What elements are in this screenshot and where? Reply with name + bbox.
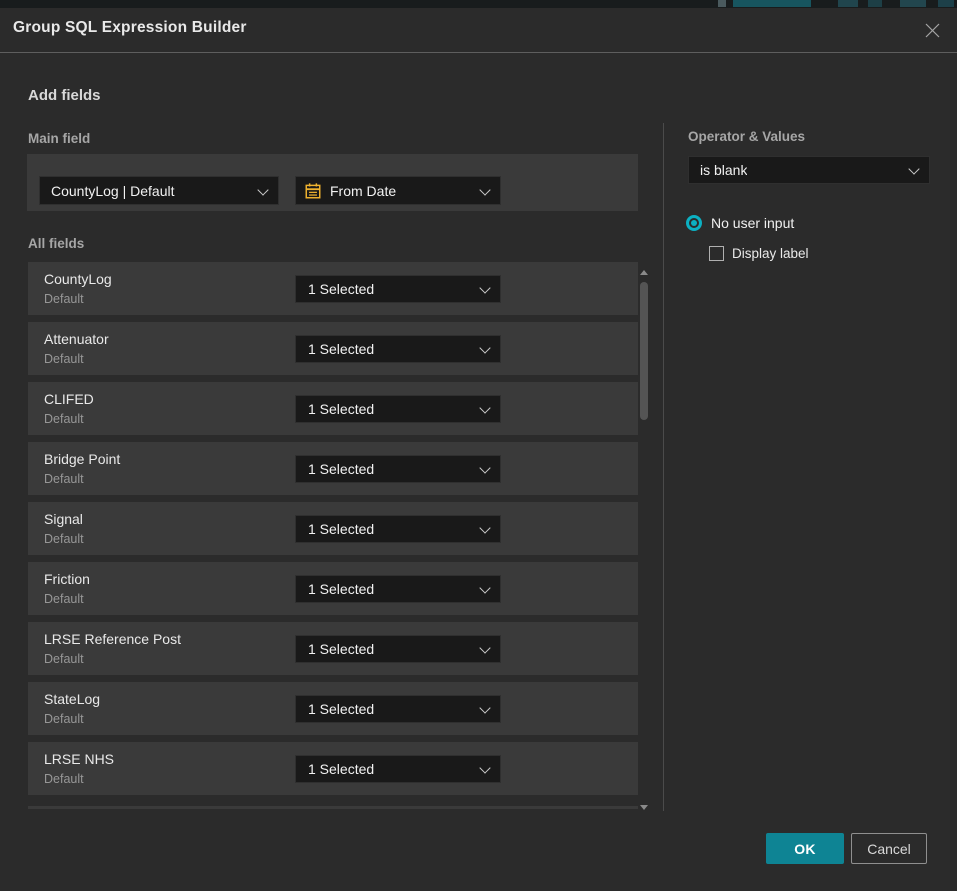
field-selection-dropdown[interactable]: 1 Selected [295, 275, 501, 303]
ok-button[interactable]: OK [766, 833, 844, 864]
field-name: CountyLog [44, 271, 112, 287]
field-subtitle: Default [44, 652, 84, 666]
chevron-down-icon [479, 762, 490, 773]
selection-count: 1 Selected [308, 701, 374, 717]
toolbar-fragment [838, 0, 858, 7]
field-selection-dropdown[interactable]: 1 Selected [295, 575, 501, 603]
all-fields-label: All fields [28, 236, 84, 251]
add-fields-heading: Add fields [28, 87, 101, 104]
no-user-input-radio-row[interactable]: No user input [686, 215, 794, 231]
field-row-lrse-reference-post[interactable]: LRSE Reference Post Default 1 Selected [28, 622, 638, 675]
field-name: CLIFED [44, 391, 94, 407]
field-selection-dropdown[interactable]: 1 Selected [295, 695, 501, 723]
chevron-down-icon [479, 342, 490, 353]
field-selection-dropdown[interactable]: 1 Selected [295, 635, 501, 663]
field-selection-dropdown[interactable]: 1 Selected [295, 395, 501, 423]
field-name: LRSE Reference Post [44, 631, 181, 647]
selection-count: 1 Selected [308, 761, 374, 777]
field-name: Friction [44, 571, 90, 587]
selection-count: 1 Selected [308, 461, 374, 477]
toolbar-fragment [938, 0, 954, 7]
field-selection-dropdown[interactable]: 1 Selected [295, 515, 501, 543]
field-row-lrse-nhs[interactable]: LRSE NHS Default 1 Selected [28, 742, 638, 795]
background-app-strip [0, 0, 957, 8]
chevron-down-icon [479, 702, 490, 713]
field-selection-dropdown[interactable]: 1 Selected [295, 455, 501, 483]
chevron-down-icon [479, 184, 490, 195]
fields-list-scrollbar[interactable] [639, 262, 651, 812]
field-subtitle: Default [44, 532, 84, 546]
display-label-label: Display label [732, 246, 809, 261]
main-field-select[interactable]: From Date [295, 176, 501, 205]
scrollbar-thumb[interactable] [640, 282, 648, 420]
field-subtitle: Default [44, 412, 84, 426]
chevron-down-icon [479, 462, 490, 473]
chevron-down-icon [479, 522, 490, 533]
field-row-attenuator[interactable]: Attenuator Default 1 Selected [28, 322, 638, 375]
main-field-panel: CountyLog | Default From Date [27, 154, 638, 211]
main-field-select-value: From Date [330, 183, 396, 199]
field-subtitle: Default [44, 472, 84, 486]
calendar-icon [304, 182, 322, 200]
scroll-up-arrow-icon[interactable] [640, 270, 648, 275]
field-name: Signal [44, 511, 83, 527]
radio-selected-icon[interactable] [686, 215, 702, 231]
cancel-button[interactable]: Cancel [851, 833, 927, 864]
checkbox-unchecked-icon[interactable] [709, 246, 724, 261]
toolbar-fragment [868, 0, 882, 7]
field-name: Bridge Point [44, 451, 120, 467]
field-name: StateLog [44, 691, 100, 707]
close-icon [925, 23, 940, 38]
next-row-sliver [28, 806, 638, 809]
field-selection-dropdown[interactable]: 1 Selected [295, 755, 501, 783]
selection-count: 1 Selected [308, 641, 374, 657]
field-subtitle: Default [44, 292, 84, 306]
field-row-signal[interactable]: Signal Default 1 Selected [28, 502, 638, 555]
all-fields-list: CountyLog Default 1 Selected Attenuator … [28, 262, 638, 809]
dialog-title: Group SQL Expression Builder [13, 19, 247, 37]
selection-count: 1 Selected [308, 281, 374, 297]
chevron-down-icon [479, 402, 490, 413]
field-subtitle: Default [44, 712, 84, 726]
field-row-countylog[interactable]: CountyLog Default 1 Selected [28, 262, 638, 315]
selection-count: 1 Selected [308, 401, 374, 417]
chevron-down-icon [257, 184, 268, 195]
selection-count: 1 Selected [308, 521, 374, 537]
operator-select[interactable]: is blank [688, 156, 930, 184]
field-name: Attenuator [44, 331, 109, 347]
operator-values-heading: Operator & Values [688, 129, 805, 144]
group-sql-expression-builder-dialog: Group SQL Expression Builder Add fields … [0, 8, 957, 891]
operator-select-value: is blank [700, 162, 747, 178]
layer-select-value: CountyLog | Default [51, 183, 175, 199]
field-subtitle: Default [44, 352, 84, 366]
field-row-statelog[interactable]: StateLog Default 1 Selected [28, 682, 638, 735]
close-button[interactable] [918, 16, 946, 44]
selection-count: 1 Selected [308, 341, 374, 357]
no-user-input-label: No user input [711, 215, 794, 231]
field-selection-dropdown[interactable]: 1 Selected [295, 335, 501, 363]
scroll-down-arrow-icon[interactable] [640, 805, 648, 810]
field-row-friction[interactable]: Friction Default 1 Selected [28, 562, 638, 615]
chevron-down-icon [479, 642, 490, 653]
dialog-header: Group SQL Expression Builder [0, 8, 957, 52]
header-divider [0, 52, 957, 53]
display-label-checkbox-row[interactable]: Display label [709, 246, 809, 261]
chevron-down-icon [479, 582, 490, 593]
field-name: LRSE NHS [44, 751, 114, 767]
field-row-clifed[interactable]: CLIFED Default 1 Selected [28, 382, 638, 435]
selection-count: 1 Selected [308, 581, 374, 597]
field-subtitle: Default [44, 772, 84, 786]
chevron-down-icon [479, 282, 490, 293]
toolbar-fragment [718, 0, 726, 7]
field-row-bridge-point[interactable]: Bridge Point Default 1 Selected [28, 442, 638, 495]
toolbar-fragment [733, 0, 811, 7]
toolbar-fragment [900, 0, 926, 7]
radio-dot [691, 220, 697, 226]
panel-divider [663, 123, 664, 811]
main-field-label: Main field [28, 131, 90, 146]
chevron-down-icon [908, 163, 919, 174]
field-subtitle: Default [44, 592, 84, 606]
layer-select[interactable]: CountyLog | Default [39, 176, 279, 205]
